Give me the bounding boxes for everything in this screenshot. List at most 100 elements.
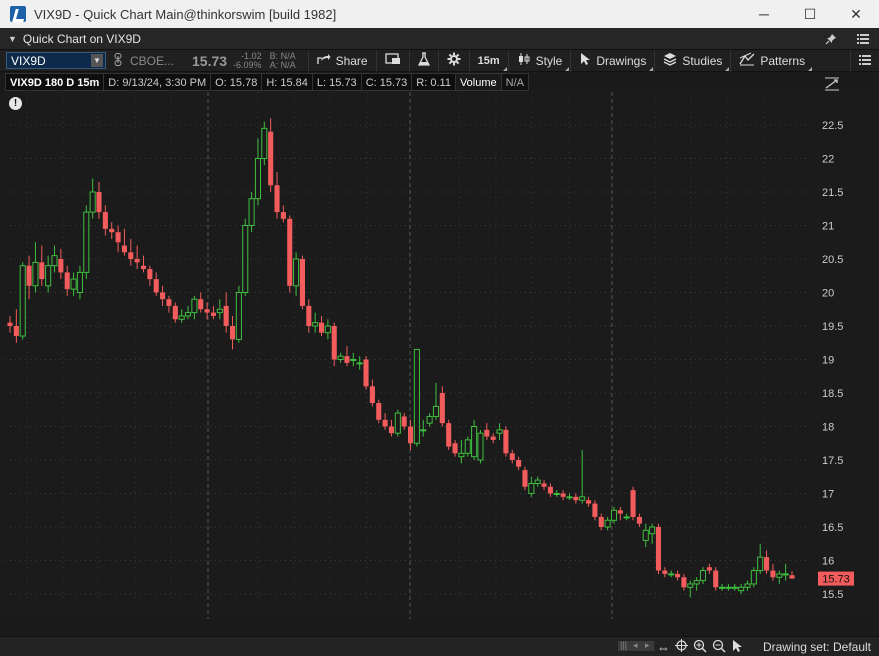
candle-body [731, 586, 738, 589]
info-range: R: 0.11 [411, 73, 456, 91]
candle-body [350, 359, 357, 361]
candle-body [699, 570, 707, 582]
candle-body [744, 583, 751, 588]
zoom-in-icon[interactable] [693, 639, 707, 656]
link-icon[interactable] [114, 52, 122, 69]
candle-body [134, 259, 140, 263]
interval-label: 15m [477, 54, 500, 67]
y-tick-label: 19.5 [822, 321, 843, 333]
candle-body [649, 526, 656, 535]
scroll-prev-icon[interactable]: ◂ [633, 640, 638, 651]
candle-body [725, 586, 732, 589]
candle-body [102, 212, 108, 229]
style-label: Style [535, 53, 563, 68]
status-bar: ||| ◂ ▸ ⇔ Drawing set: Default [0, 636, 879, 656]
symbol-selector[interactable]: ▼ [6, 52, 106, 69]
candle-body [32, 261, 39, 287]
candle-body [376, 403, 382, 420]
chart-symbol-info[interactable]: VIX9D 180 D 15m [5, 73, 105, 91]
settings-button[interactable] [437, 49, 469, 72]
volume-value: N/A [500, 73, 529, 91]
price-scale-icon[interactable] [823, 76, 841, 92]
candle-body [26, 265, 32, 286]
candle-body [623, 516, 630, 519]
candle-body [413, 348, 420, 444]
pointer-icon[interactable] [731, 639, 743, 656]
y-tick-label: 21 [822, 221, 834, 233]
thinkorswim-logo-icon [10, 6, 26, 22]
candle-body [617, 510, 623, 514]
candle-body [191, 298, 198, 314]
candle-body [452, 443, 458, 454]
candle-body [229, 326, 236, 340]
drawings-button[interactable]: Drawings [570, 49, 654, 72]
candle-body [58, 259, 64, 273]
candle-body [172, 305, 178, 320]
candle-body [254, 158, 261, 200]
screenshot-button[interactable] [375, 49, 409, 72]
alert-icon[interactable]: ! [9, 97, 22, 110]
toolbar-menu-button[interactable] [850, 49, 879, 72]
info-date: D: 9/13/24, 3:30 PM [103, 73, 212, 91]
candle-body [268, 131, 274, 186]
maximize-button[interactable]: ☐ [787, 0, 833, 28]
candle-body [70, 278, 77, 290]
flask-icon [417, 52, 430, 69]
zoom-out-icon[interactable] [712, 639, 726, 656]
y-tick-label: 18 [822, 422, 834, 434]
flask-button[interactable] [408, 49, 438, 72]
candle-body [337, 355, 344, 360]
y-tick-label: 17 [822, 489, 834, 501]
candle-body [655, 527, 662, 571]
close-button[interactable]: ✕ [833, 0, 879, 28]
menu-icon[interactable] [847, 28, 879, 50]
minimize-button[interactable]: ─ [741, 0, 787, 28]
candle-body [516, 460, 522, 467]
menu-icon [859, 54, 871, 68]
crosshair-icon[interactable] [675, 639, 688, 655]
candle-body [432, 405, 440, 417]
candle-body [586, 500, 592, 504]
candle-body [109, 228, 115, 233]
candle-body [198, 299, 204, 310]
candle-body [184, 312, 192, 317]
chart-area[interactable]: 15.5 16 16.5 17 17.5 18 18.5 19 19.5 20 20.5 21 21.5… [0, 92, 879, 631]
candle-body [96, 192, 102, 213]
volume-label[interactable]: Volume [454, 73, 502, 91]
share-label: Share [335, 53, 368, 68]
share-icon [316, 53, 331, 68]
expand-horizontal-icon[interactable]: ⇔ [657, 640, 670, 655]
y-tick-label: 19 [822, 355, 834, 367]
info-low: L: 15.73 [311, 73, 362, 91]
studies-button[interactable]: Studies [654, 49, 730, 72]
scroll-next-icon[interactable]: ▸ [645, 640, 650, 651]
candle-body [344, 356, 350, 363]
price-chart[interactable]: 15.5 16 16.5 17 17.5 18 18.5 19 19.5 20 20.5 21 21.5… [0, 92, 879, 631]
patterns-button[interactable]: Patterns [730, 49, 813, 72]
candle-body [324, 325, 331, 334]
candle-body [216, 308, 223, 314]
candle-body [713, 570, 719, 588]
candle-body [356, 362, 363, 365]
candlestick-icon [517, 52, 531, 69]
patterns-icon [739, 52, 755, 69]
candle-body [675, 573, 681, 578]
window-title: VIX9D - Quick Chart Main@thinkorswim [bu… [34, 6, 337, 22]
style-button[interactable]: Style [507, 49, 571, 72]
y-tick-label: 20.5 [822, 254, 843, 266]
y-tick-label: 16.5 [822, 522, 843, 534]
share-button[interactable]: Share [307, 49, 376, 72]
symbol-dropdown-icon[interactable]: ▼ [91, 54, 103, 67]
interval-button[interactable]: 15m [468, 49, 508, 72]
pin-icon[interactable] [815, 28, 847, 50]
candle-body [579, 496, 586, 501]
candle-body [706, 567, 712, 571]
studies-icon [663, 52, 677, 69]
y-tick-label: 22 [822, 154, 834, 166]
collapse-arrow-icon[interactable]: ▼ [8, 34, 17, 44]
ask-value: A: N/A [269, 59, 296, 70]
drawing-set-label[interactable]: Drawing set: Default [763, 640, 871, 654]
scroll-left-icon[interactable]: ||| [620, 640, 627, 650]
symbol-input[interactable] [11, 53, 91, 68]
candle-body [166, 299, 172, 306]
